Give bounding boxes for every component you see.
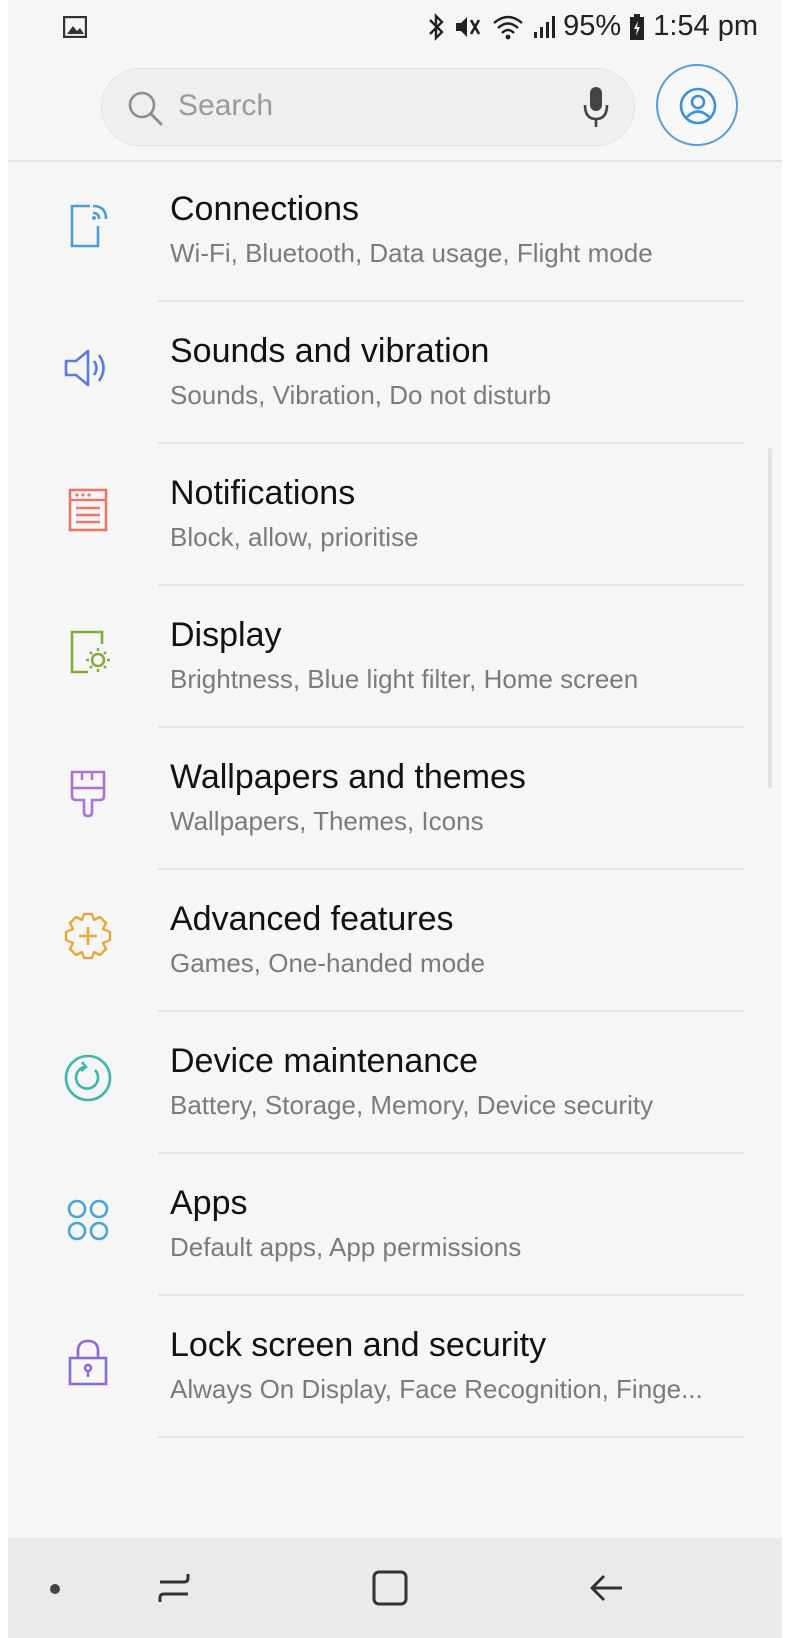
battery-percent: 95% [563, 10, 622, 42]
settings-item-advanced-features[interactable]: Advanced features Games, One-handed mode [8, 870, 782, 1012]
account-icon [679, 87, 717, 125]
item-subtitle: Block, allow, prioritise [170, 522, 419, 552]
settings-item-display[interactable]: Display Brightness, Blue light filter, H… [8, 586, 782, 728]
paintbrush-icon [62, 768, 114, 820]
item-subtitle: Battery, Storage, Memory, Device securit… [170, 1090, 654, 1120]
item-title: Display [170, 616, 282, 654]
sound-icon [62, 342, 114, 394]
recent-apps-icon[interactable] [154, 1568, 194, 1613]
item-title: Wallpapers and themes [170, 758, 526, 796]
device-maintenance-icon [62, 1052, 114, 1104]
settings-list: Connections Wi-Fi, Bluetooth, Data usage… [8, 160, 782, 1438]
clock: 1:54 pm [653, 10, 758, 42]
settings-screen: 95% 1:54 pm Search Connections Wi-Fi, Bl… [8, 0, 782, 1638]
item-subtitle: Wallpapers, Themes, Icons [170, 806, 484, 836]
settings-item-wallpapers[interactable]: Wallpapers and themes Wallpapers, Themes… [8, 728, 782, 870]
item-title: Device maintenance [170, 1042, 479, 1080]
back-icon[interactable] [586, 1568, 626, 1613]
item-subtitle: Wi-Fi, Bluetooth, Data usage, Flight mod… [170, 238, 653, 268]
bluetooth-icon [427, 12, 445, 42]
item-title: Lock screen and security [170, 1326, 547, 1364]
settings-item-apps[interactable]: Apps Default apps, App permissions [8, 1154, 782, 1296]
search-icon [126, 89, 164, 132]
display-icon [62, 626, 114, 678]
settings-item-device-maintenance[interactable]: Device maintenance Battery, Storage, Mem… [8, 1012, 782, 1154]
search-input[interactable]: Search [101, 68, 635, 146]
signal-icon [533, 14, 556, 40]
item-title: Advanced features [170, 900, 454, 938]
status-icons: 95% 1:54 pm [427, 10, 758, 43]
microphone-icon[interactable] [582, 85, 610, 134]
lock-icon [62, 1336, 114, 1388]
divider [158, 1436, 744, 1438]
search-placeholder: Search [178, 89, 274, 122]
settings-item-lock-screen[interactable]: Lock screen and security Always On Displ… [8, 1296, 782, 1438]
scroll-indicator[interactable] [768, 448, 772, 788]
search-row: Search [8, 58, 782, 162]
gallery-icon [62, 15, 88, 43]
item-subtitle: Always On Display, Face Recognition, Fin… [170, 1374, 703, 1404]
item-subtitle: Default apps, App permissions [170, 1232, 522, 1262]
apps-icon [62, 1194, 114, 1246]
item-title: Connections [170, 190, 360, 228]
item-subtitle: Sounds, Vibration, Do not disturb [170, 380, 552, 410]
connections-icon [62, 200, 114, 252]
settings-item-sounds[interactable]: Sounds and vibration Sounds, Vibration, … [8, 302, 782, 444]
account-button[interactable] [656, 64, 738, 146]
settings-item-connections[interactable]: Connections Wi-Fi, Bluetooth, Data usage… [8, 160, 782, 302]
item-subtitle: Brightness, Blue light filter, Home scre… [170, 664, 639, 694]
navigation-bar [8, 1538, 782, 1638]
notifications-icon [62, 484, 114, 536]
item-subtitle: Games, One-handed mode [170, 948, 486, 978]
home-icon[interactable] [370, 1568, 410, 1613]
battery-icon [629, 13, 645, 41]
item-title: Notifications [170, 474, 356, 512]
nav-dot-icon[interactable] [50, 1584, 60, 1594]
settings-item-notifications[interactable]: Notifications Block, allow, prioritise [8, 444, 782, 586]
status-bar: 95% 1:54 pm [8, 0, 782, 58]
item-title: Sounds and vibration [170, 332, 490, 370]
advanced-features-icon [62, 910, 114, 962]
item-title: Apps [170, 1184, 248, 1222]
mute-vibrate-icon [453, 13, 483, 41]
wifi-icon [491, 13, 525, 41]
